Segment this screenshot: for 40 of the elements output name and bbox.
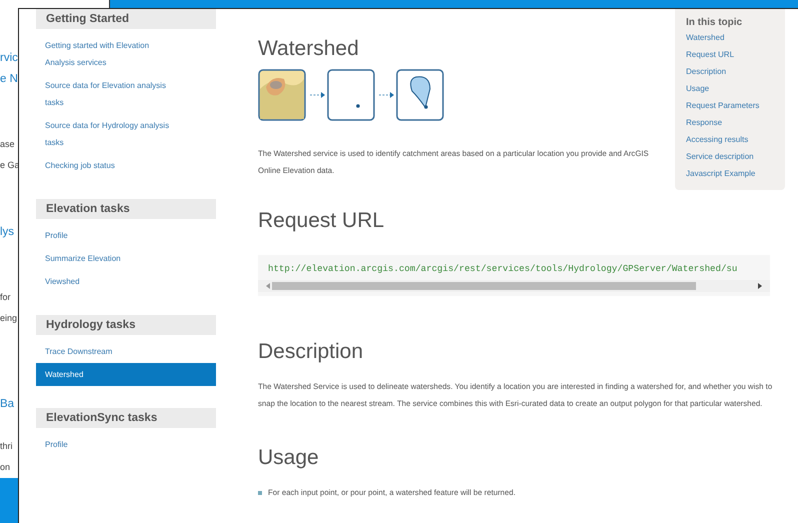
- bullet-icon: [258, 490, 262, 494]
- section-header: Elevation tasks: [36, 199, 216, 219]
- nav-link[interactable]: Checking job status: [36, 154, 184, 177]
- nav-link[interactable]: Source data for Hydrology analysis tasks: [36, 114, 184, 154]
- text-fragment: eing: [0, 312, 18, 325]
- topic-link[interactable]: Service description: [686, 148, 785, 165]
- topic-link[interactable]: Request Parameters: [686, 97, 785, 114]
- heading-fragment: e N: [0, 72, 18, 87]
- topic-link[interactable]: Request URL: [686, 46, 785, 63]
- section-heading: Request URL: [258, 209, 384, 233]
- nav-link[interactable]: Profile: [36, 224, 184, 247]
- section-header: ElevationSync tasks: [36, 408, 216, 428]
- text-fragment: thri: [0, 440, 13, 453]
- nav-link[interactable]: Source data for Elevation analysis tasks: [36, 74, 184, 114]
- text-fragment: on: [0, 461, 10, 474]
- topic-link[interactable]: Javascript Example: [686, 165, 785, 182]
- horizontal-scrollbar[interactable]: [258, 280, 770, 292]
- topic-link[interactable]: Response: [686, 114, 785, 131]
- nav-link[interactable]: Getting started with Elevation Analysis services: [36, 34, 184, 74]
- topic-link[interactable]: Description: [686, 63, 785, 80]
- section-heading: Description: [258, 340, 364, 364]
- topic-link[interactable]: Watershed: [686, 29, 785, 46]
- heading-fragment: lys: [0, 225, 14, 240]
- section-header: Getting Started: [36, 9, 216, 29]
- topic-link[interactable]: Accessing results: [686, 131, 785, 148]
- heading-fragment: rvic: [0, 51, 18, 66]
- nav-link[interactable]: Watershed: [36, 363, 216, 386]
- text-fragment: ase: [0, 138, 15, 151]
- topic-link[interactable]: Usage: [686, 80, 785, 97]
- nav-link[interactable]: Trace Downstream: [36, 340, 184, 363]
- section-header: Hydrology tasks: [36, 315, 216, 335]
- text-fragment: for: [0, 291, 11, 304]
- heading-fragment: Ba: [0, 397, 14, 412]
- request-url: http://elevation.arcgis.com/arcgis/rest/services/tools/Hydrology/GPServer/Watershed/su: [267, 263, 738, 274]
- nav-link[interactable]: Viewshed: [36, 270, 184, 293]
- nav-link[interactable]: Summarize Elevation: [36, 247, 184, 270]
- page-title: Watershed: [258, 37, 359, 61]
- panel-title: In this topic: [686, 17, 744, 28]
- nav-link[interactable]: Profile: [36, 433, 184, 456]
- section-heading: Usage: [258, 446, 319, 470]
